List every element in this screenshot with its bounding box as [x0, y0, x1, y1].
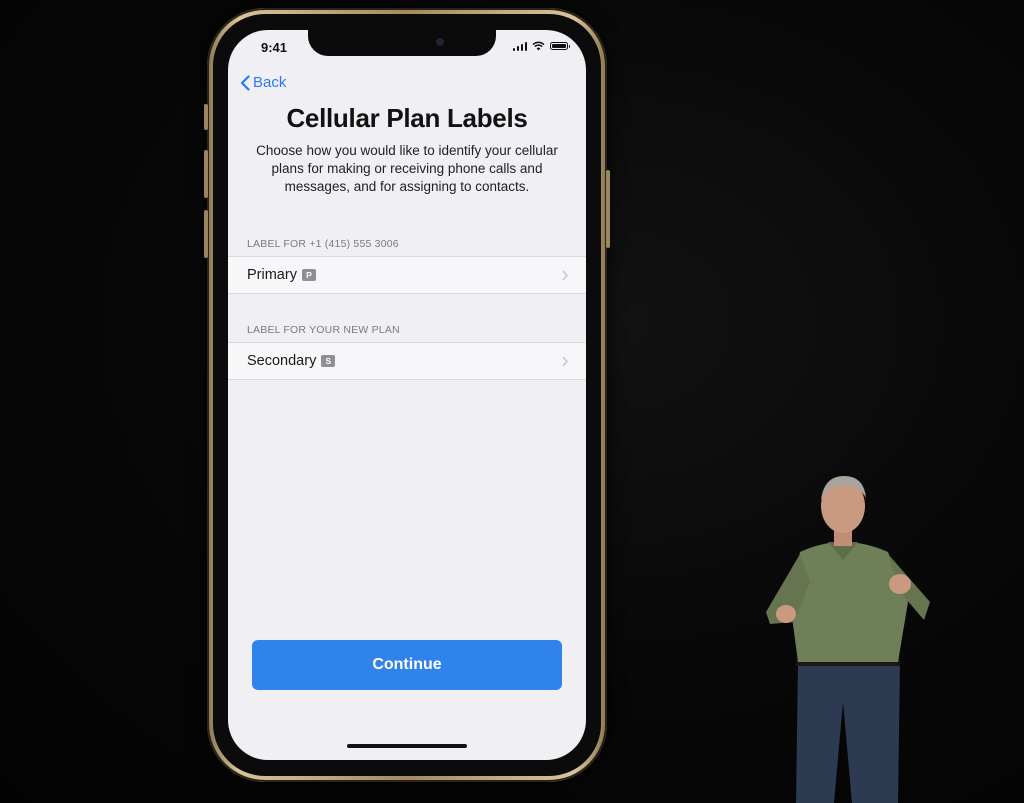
volume-up-button: [204, 150, 208, 198]
page-title: Cellular Plan Labels: [286, 103, 528, 133]
secondary-label-cell[interactable]: Secondary S: [228, 342, 586, 380]
back-button[interactable]: Back: [240, 74, 286, 91]
section-header-new-plan: LABEL FOR YOUR NEW PLAN: [247, 324, 400, 336]
mute-switch: [204, 104, 208, 130]
chevron-right-icon: [562, 356, 568, 367]
camera-icon: [436, 38, 444, 46]
continue-button[interactable]: Continue: [252, 640, 562, 690]
chevron-right-icon: [562, 270, 568, 281]
battery-icon: [550, 42, 570, 50]
section-header-current-plan: LABEL FOR +1 (415) 555 3006: [247, 238, 399, 250]
chevron-left-icon: [240, 74, 250, 91]
back-label: Back: [253, 74, 287, 91]
presenter-figure: [766, 476, 930, 803]
primary-label-cell[interactable]: Primary P: [228, 256, 586, 294]
plan-badge-p: P: [301, 269, 316, 281]
cell-label-primary: Primary: [247, 267, 297, 283]
status-time: 9:41: [261, 40, 288, 55]
plan-badge-s: S: [321, 355, 336, 367]
side-button: [606, 170, 610, 248]
keynote-stage: 9:41 Back Cellular Plan Labels Choose ho…: [0, 0, 1024, 803]
page-description: Choose how you would like to identify yo…: [256, 143, 558, 194]
phone-screen: 9:41 Back Cellular Plan Labels Choose ho…: [228, 30, 586, 760]
cellular-signal-icon: [512, 41, 527, 51]
volume-down-button: [204, 210, 208, 258]
notch: [308, 30, 496, 56]
cell-label-secondary: Secondary: [247, 353, 317, 369]
wifi-icon: [532, 41, 545, 51]
status-icons: [512, 41, 570, 51]
home-indicator: [347, 744, 467, 748]
